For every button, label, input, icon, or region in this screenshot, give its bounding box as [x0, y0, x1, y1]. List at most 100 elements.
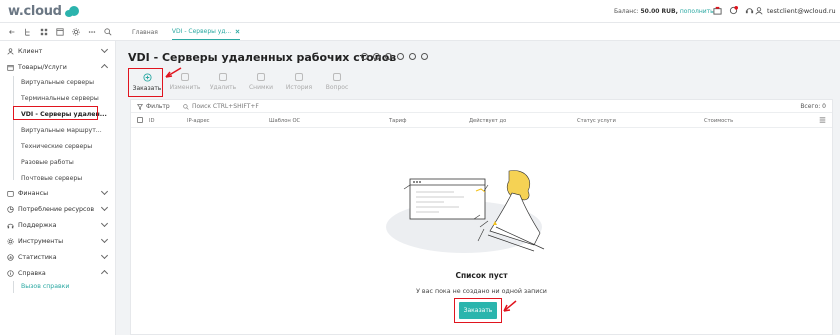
trash-icon [219, 73, 227, 81]
filter-icon [137, 103, 143, 110]
column-cost[interactable]: Стоимость [704, 118, 733, 124]
sidebar-item-client[interactable]: Клиент [7, 45, 109, 57]
close-icon[interactable] [235, 29, 240, 34]
store-icon[interactable] [713, 6, 722, 15]
filter-button[interactable]: Фильтр [137, 103, 170, 110]
highlight-box [128, 68, 163, 97]
sidebar-item-resources[interactable]: Потребление ресурсов [7, 203, 109, 215]
settings-icon[interactable] [72, 28, 80, 36]
arrow-annotation [165, 67, 182, 78]
sidebar-sub-tech-servers[interactable]: Технические серверы [21, 143, 92, 150]
info-icon [7, 269, 14, 277]
edit-label: Изменить [169, 84, 201, 91]
box-icon [7, 64, 14, 71]
page-title: VDI - Серверы удаленных рабочих столов [128, 51, 397, 64]
filter-label: Фильтр [146, 103, 170, 110]
grid-icon[interactable] [40, 28, 48, 36]
sidebar-item-label: Поддержка [18, 221, 57, 229]
delete-label: Удалить [209, 84, 237, 91]
chart-icon [7, 253, 14, 261]
support-icon[interactable] [745, 6, 754, 15]
globe-icon[interactable] [373, 53, 380, 60]
user-icon [7, 47, 14, 55]
search-icon [183, 103, 189, 110]
chevron-down-icon [100, 187, 109, 196]
sidebar-item-label: Клиент [18, 47, 43, 55]
sidebar-item-help[interactable]: Справка [7, 267, 109, 279]
tree-line [13, 76, 14, 180]
question-button[interactable]: Вопрос [318, 68, 356, 96]
snapshots-label: Снимки [248, 84, 274, 91]
tab-vdi[interactable]: VDI - Серверы уд... [171, 24, 241, 40]
pin-icon[interactable] [397, 53, 404, 60]
total-count: Всего: 0 [800, 103, 826, 110]
select-all-checkbox[interactable] [137, 117, 143, 123]
balance: Баланс: 50.00 RUB, пополнить [614, 8, 714, 15]
balance-amount: 50.00 RUB, [640, 8, 678, 15]
user-menu[interactable]: testclient@wcloud.ru [755, 7, 840, 15]
question-icon [333, 73, 341, 81]
delete-button[interactable]: Удалить [204, 68, 242, 96]
empty-title: Список пуст [455, 271, 508, 280]
settings-icon[interactable] [385, 53, 392, 60]
column-valid-until[interactable]: Действует до [469, 118, 506, 124]
export-icon[interactable] [409, 53, 416, 60]
empty-illustration [386, 170, 545, 253]
wallet-icon [7, 190, 14, 197]
sidebar-item-label: Товары/Услуги [18, 63, 67, 71]
secondary-bar: Главная VDI - Серверы уд... [0, 23, 840, 41]
table-header: ID IP-адрес Шаблон ОС Тариф Действует до… [131, 113, 832, 128]
logo[interactable]: w.cloud [8, 4, 79, 19]
column-tariff[interactable]: Тариф [389, 118, 406, 124]
sidebar-sub-virtual-routers[interactable]: Виртуальные маршрут... [21, 127, 102, 134]
column-status[interactable]: Статус услуги [577, 118, 616, 124]
tab-home[interactable]: Главная [132, 29, 158, 36]
sidebar-item-stats[interactable]: Статистика [7, 251, 109, 263]
highlight-box [13, 106, 98, 120]
columns-menu-icon[interactable] [819, 117, 826, 123]
sidebar-sub-one-time-works[interactable]: Разовые работы [21, 159, 74, 166]
search-placeholder: Поиск CTRL+SHIFT+F [192, 103, 259, 110]
sidebar-item-finance[interactable]: Финансы [7, 187, 109, 199]
notification-icon[interactable] [729, 6, 738, 15]
sidebar-item-support[interactable]: Поддержка [7, 219, 109, 231]
topup-link[interactable]: пополнить [680, 8, 714, 15]
window-icon[interactable] [56, 28, 64, 36]
tabs: Главная VDI - Серверы уд... [132, 23, 241, 41]
back-icon[interactable] [8, 28, 16, 36]
tab-vdi-label: VDI - Серверы уд... [171, 28, 232, 35]
history-label: История [285, 84, 313, 91]
column-os-template[interactable]: Шаблон ОС [269, 118, 300, 124]
print-icon[interactable] [421, 53, 428, 60]
snapshots-button[interactable]: Снимки [242, 68, 280, 96]
sidebar-sub-terminal-servers[interactable]: Терминальные серверы [21, 95, 99, 102]
search-icon[interactable] [104, 28, 112, 36]
column-id[interactable]: ID [149, 118, 155, 124]
search-input[interactable]: Поиск CTRL+SHIFT+F [183, 103, 259, 110]
title-icons [361, 53, 428, 60]
top-icons [713, 6, 754, 15]
gear-icon [7, 237, 14, 245]
history-button[interactable]: История [280, 68, 318, 96]
sidebar-item-label: Финансы [18, 189, 49, 197]
filter-bar: Фильтр Поиск CTRL+SHIFT+F Всего: 0 [131, 100, 832, 113]
sidebar-item-services[interactable]: Товары/Услуги [7, 61, 109, 73]
sidebar-sub-mail-servers[interactable]: Почтовые серверы [21, 175, 82, 182]
tree-icon[interactable] [24, 28, 32, 36]
balance-label: Баланс: [614, 8, 639, 15]
chevron-up-icon [100, 63, 109, 72]
order-cta-button[interactable]: Заказать [459, 302, 497, 319]
sidebar-item-label: Инструменты [18, 237, 64, 245]
help-call-link[interactable]: Вызов справки [21, 283, 69, 290]
history-icon [295, 73, 303, 81]
more-icon[interactable] [88, 28, 96, 36]
column-ip[interactable]: IP-адрес [187, 118, 210, 124]
arrow-annotation [503, 300, 517, 312]
sidebar-item-tools[interactable]: Инструменты [7, 235, 109, 247]
snapshot-icon [257, 73, 265, 81]
refresh-icon[interactable] [361, 53, 368, 60]
cloud-logo-icon [64, 6, 79, 17]
logo-text: w.cloud [8, 4, 62, 19]
sidebar-sub-virtual-servers[interactable]: Виртуальные серверы [21, 79, 94, 86]
user-icon [755, 7, 763, 15]
